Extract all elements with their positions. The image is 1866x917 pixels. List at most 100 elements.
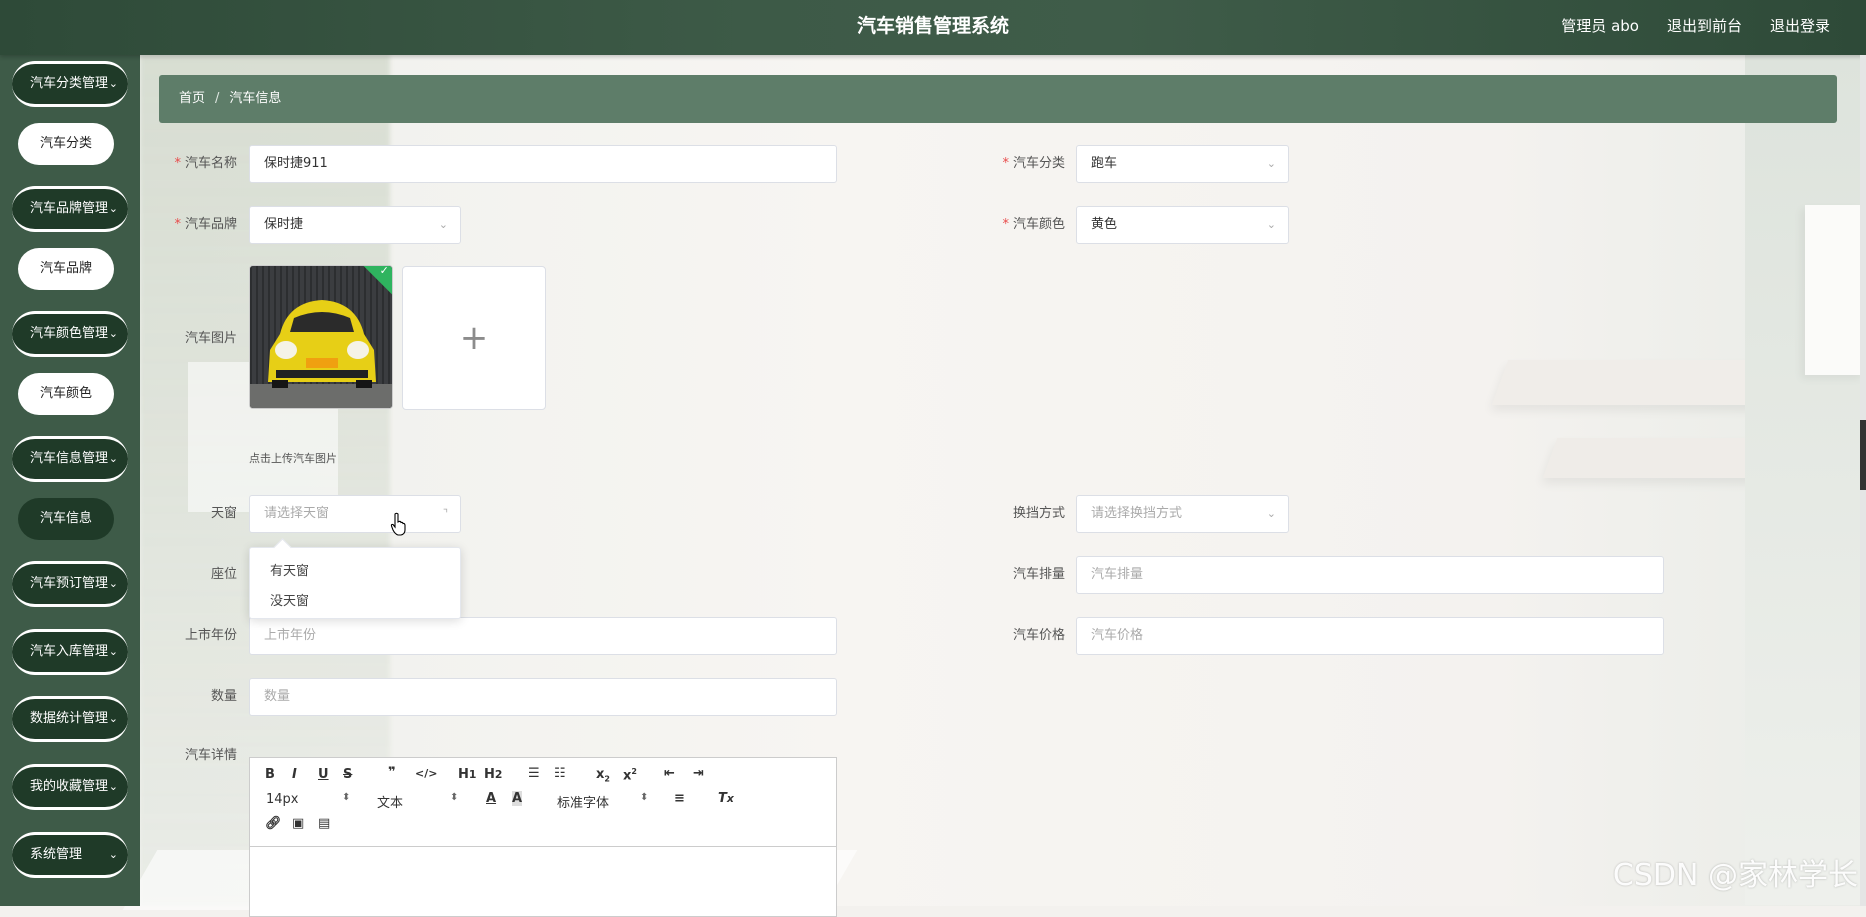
price-label: 汽车价格	[1012, 628, 1065, 643]
logout-link[interactable]: 退出登录	[1770, 0, 1830, 52]
menu-statistics-management[interactable]: 数据统计管理 ⌄	[12, 696, 128, 742]
font-color-icon[interactable]: A	[486, 791, 496, 806]
chevron-down-icon: ⌄	[1266, 157, 1276, 170]
menu-label: 汽车品牌管理	[30, 201, 109, 216]
block-type-select[interactable]: 文本	[377, 792, 403, 811]
menu-label: 系统管理	[30, 847, 83, 862]
align-icon[interactable]: ≡	[674, 791, 685, 806]
gearbox-select[interactable]: 请选择换挡方式 ⌄	[1076, 495, 1289, 533]
background-panel	[1745, 55, 1865, 905]
italic-icon[interactable]: I	[292, 767, 297, 782]
submenu-car-color[interactable]: 汽车颜色	[18, 373, 114, 415]
exit-to-front-link[interactable]: 退出到前台	[1667, 0, 1742, 52]
scrollbar-thumb[interactable]	[1860, 420, 1866, 490]
bullet-list-icon[interactable]: ☷	[554, 766, 566, 781]
car-color-label: * 汽车颜色	[1002, 217, 1065, 232]
breadcrumb: 首页 / 汽车信息	[159, 75, 1837, 123]
menu-car-brand-management[interactable]: 汽车品牌管理 ⌄	[12, 186, 128, 232]
heading2-icon[interactable]: H2	[484, 767, 502, 782]
car-category-label: * 汽车分类	[1002, 156, 1065, 171]
top-header: 汽车销售管理系统 管理员 abo 退出到前台 退出登录	[0, 0, 1866, 55]
chevron-down-icon: ⌄	[438, 218, 448, 231]
current-user: 管理员 abo	[1561, 17, 1639, 35]
chevron-up-icon: ⌝	[442, 507, 448, 520]
chevron-down-icon: ⌄	[108, 202, 118, 215]
uploaded-car-image[interactable]: ✓	[249, 265, 393, 409]
chevron-down-icon: ⌄	[108, 77, 118, 90]
underline-icon[interactable]: U	[318, 767, 329, 782]
video-icon[interactable]: ▤	[318, 816, 330, 831]
quantity-input[interactable]: 数量	[249, 678, 837, 716]
breadcrumb-home[interactable]: 首页	[179, 91, 205, 106]
sidebar: 汽车分类管理 ⌄ 汽车分类 汽车品牌管理 ⌄ 汽车品牌 汽车颜色管理 ⌄ 汽车颜色 汽…	[0, 55, 140, 906]
car-category-select[interactable]: 跑车 ⌄	[1076, 145, 1289, 183]
required-mark: *	[1002, 156, 1009, 171]
ordered-list-icon[interactable]: ☰	[528, 766, 540, 781]
car-brand-select[interactable]: 保时捷 ⌄	[249, 206, 461, 244]
code-block-icon[interactable]: </>	[415, 767, 437, 780]
submenu-car-info[interactable]: 汽车信息	[18, 498, 114, 540]
subscript-icon[interactable]: x2	[596, 767, 610, 784]
gearbox-placeholder: 请选择换挡方式	[1091, 506, 1183, 521]
sunroof-option-no[interactable]: 没天窗	[270, 590, 309, 609]
menu-system-management[interactable]: 系统管理 ⌄	[12, 832, 128, 878]
plus-icon: +	[459, 318, 489, 358]
chevron-down-icon: ⌄	[108, 452, 118, 465]
superscript-icon[interactable]: x2	[623, 767, 637, 783]
car-name-label: * 汽车名称	[174, 156, 237, 171]
chevron-down-icon: ⌄	[108, 327, 118, 340]
menu-car-category-management[interactable]: 汽车分类管理 ⌄	[12, 61, 128, 107]
strikethrough-icon[interactable]: S	[343, 767, 352, 782]
upload-image-button[interactable]: +	[402, 266, 546, 410]
menu-car-info-management[interactable]: 汽车信息管理 ⌄	[12, 436, 128, 482]
menu-favorites-management[interactable]: 我的收藏管理 ⌄	[12, 764, 128, 810]
editor-toolbar: B I U S ❞ </> H1 H2 ☰ ☷ x2 x2 ⇤ ⇥ 14px ⬍…	[250, 758, 836, 847]
car-photo	[250, 266, 392, 408]
car-category-value: 跑车	[1091, 156, 1118, 171]
watermark: CSDN @家林学长	[1612, 858, 1858, 893]
car-name-input[interactable]: 保时捷911	[249, 145, 837, 183]
car-color-select[interactable]: 黄色 ⌄	[1076, 206, 1289, 244]
bold-icon[interactable]: B	[265, 767, 275, 782]
seats-label: 座位	[210, 567, 237, 582]
quantity-label: 数量	[210, 689, 237, 704]
breadcrumb-separator: /	[215, 91, 220, 106]
heading1-icon[interactable]: H1	[458, 767, 476, 782]
outdent-icon[interactable]: ⇤	[664, 766, 675, 781]
image-icon[interactable]: ▣	[292, 816, 304, 831]
blockquote-icon[interactable]: ❞	[388, 765, 396, 780]
clear-format-icon[interactable]: Tx	[718, 791, 734, 806]
rich-text-editor: B I U S ❞ </> H1 H2 ☰ ☷ x2 x2 ⇤ ⇥ 14px ⬍…	[249, 757, 837, 917]
link-icon[interactable]: 🔗︎	[265, 816, 282, 831]
chevron-down-icon: ⌄	[108, 577, 118, 590]
submenu-car-category[interactable]: 汽车分类	[18, 123, 114, 165]
page-scrollbar[interactable]	[1860, 55, 1866, 906]
font-size-select[interactable]: 14px	[266, 792, 299, 807]
font-family-select[interactable]: 标准字体	[557, 792, 609, 811]
menu-car-color-management[interactable]: 汽车颜色管理 ⌄	[12, 311, 128, 357]
launch-year-input[interactable]: 上市年份	[249, 617, 837, 655]
menu-label: 汽车信息管理	[30, 451, 109, 466]
sunroof-select[interactable]: 请选择天窗 ⌝	[249, 495, 461, 533]
price-input[interactable]: 汽车价格	[1076, 617, 1664, 655]
displacement-label: 汽车排量	[1012, 567, 1065, 582]
menu-car-stock-in-management[interactable]: 汽车入库管理 ⌄	[12, 629, 128, 675]
updown-icon: ⬍	[450, 792, 459, 803]
background-box	[1805, 205, 1865, 375]
chevron-down-icon: ⌄	[1266, 218, 1276, 231]
required-mark: *	[1002, 217, 1009, 232]
menu-car-reservation-management[interactable]: 汽车预订管理 ⌄	[12, 561, 128, 607]
indent-icon[interactable]: ⇥	[693, 766, 704, 781]
menu-label: 数据统计管理	[30, 711, 109, 726]
updown-icon: ⬍	[640, 792, 649, 803]
car-detail-label: 汽车详情	[184, 748, 237, 763]
sunroof-option-yes[interactable]: 有天窗	[270, 560, 309, 579]
submenu-car-brand[interactable]: 汽车品牌	[18, 248, 114, 290]
displacement-input[interactable]: 汽车排量	[1076, 556, 1664, 594]
upload-hint: 点击上传汽车图片	[249, 452, 337, 465]
menu-label: 汽车颜色管理	[30, 326, 109, 341]
launch-year-label: 上市年份	[184, 628, 237, 643]
header-actions: 管理员 abo 退出到前台 退出登录	[1561, 0, 1830, 52]
required-mark: *	[174, 217, 181, 232]
background-color-icon[interactable]: A	[512, 791, 523, 806]
